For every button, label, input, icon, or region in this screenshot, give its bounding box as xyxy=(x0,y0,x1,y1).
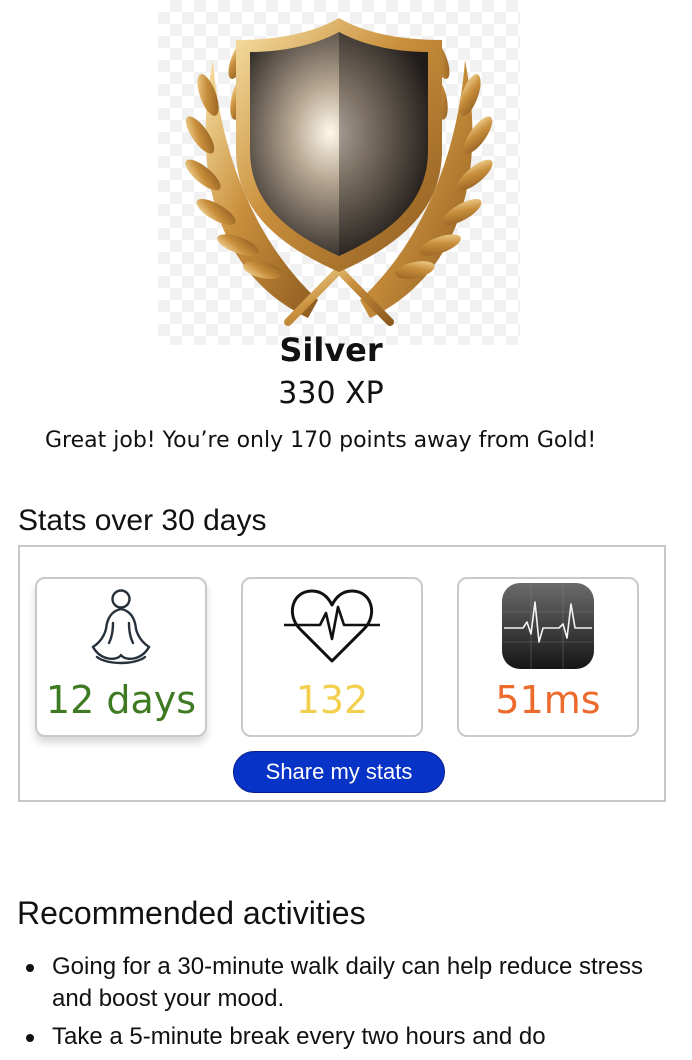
recommendation-text: Going for a 30-minute walk daily can hel… xyxy=(52,953,643,1012)
ekg-monitor-icon xyxy=(501,582,595,676)
recommended-list: Going for a 30-minute walk daily can hel… xyxy=(26,951,682,1059)
share-stats-button[interactable]: Share my stats xyxy=(233,751,445,793)
list-item: Going for a 30-minute walk daily can hel… xyxy=(26,951,682,1015)
list-item: Take a 5-minute break every two hours an… xyxy=(26,1021,682,1053)
stats-panel: 12 days 132 51ms Share my stats xyxy=(18,545,666,802)
heartbeat-icon xyxy=(282,585,382,673)
shield-laurel-icon xyxy=(185,18,493,326)
recommended-heading: Recommended activities xyxy=(17,895,366,931)
stat-card-hrv: 51ms xyxy=(457,577,639,737)
rank-badge-image xyxy=(158,0,520,345)
recommendation-text: Take a 5-minute break every two hours an… xyxy=(52,1023,546,1050)
progress-message: Great job! You’re only 170 points away f… xyxy=(45,428,597,453)
bullet-icon xyxy=(26,964,34,972)
rank-xp: 330 XP xyxy=(278,376,384,411)
stats-heading: Stats over 30 days xyxy=(18,504,267,537)
stat-value-heart-rate: 132 xyxy=(295,678,369,722)
bullet-icon xyxy=(26,1034,34,1042)
stat-card-meditation: 12 days xyxy=(35,577,207,737)
meditation-icon xyxy=(83,585,159,673)
rank-name: Silver xyxy=(279,331,383,369)
stat-card-heart-rate: 132 xyxy=(241,577,423,737)
stat-value-streak: 12 days xyxy=(45,678,197,722)
stat-value-hrv: 51ms xyxy=(495,678,601,722)
